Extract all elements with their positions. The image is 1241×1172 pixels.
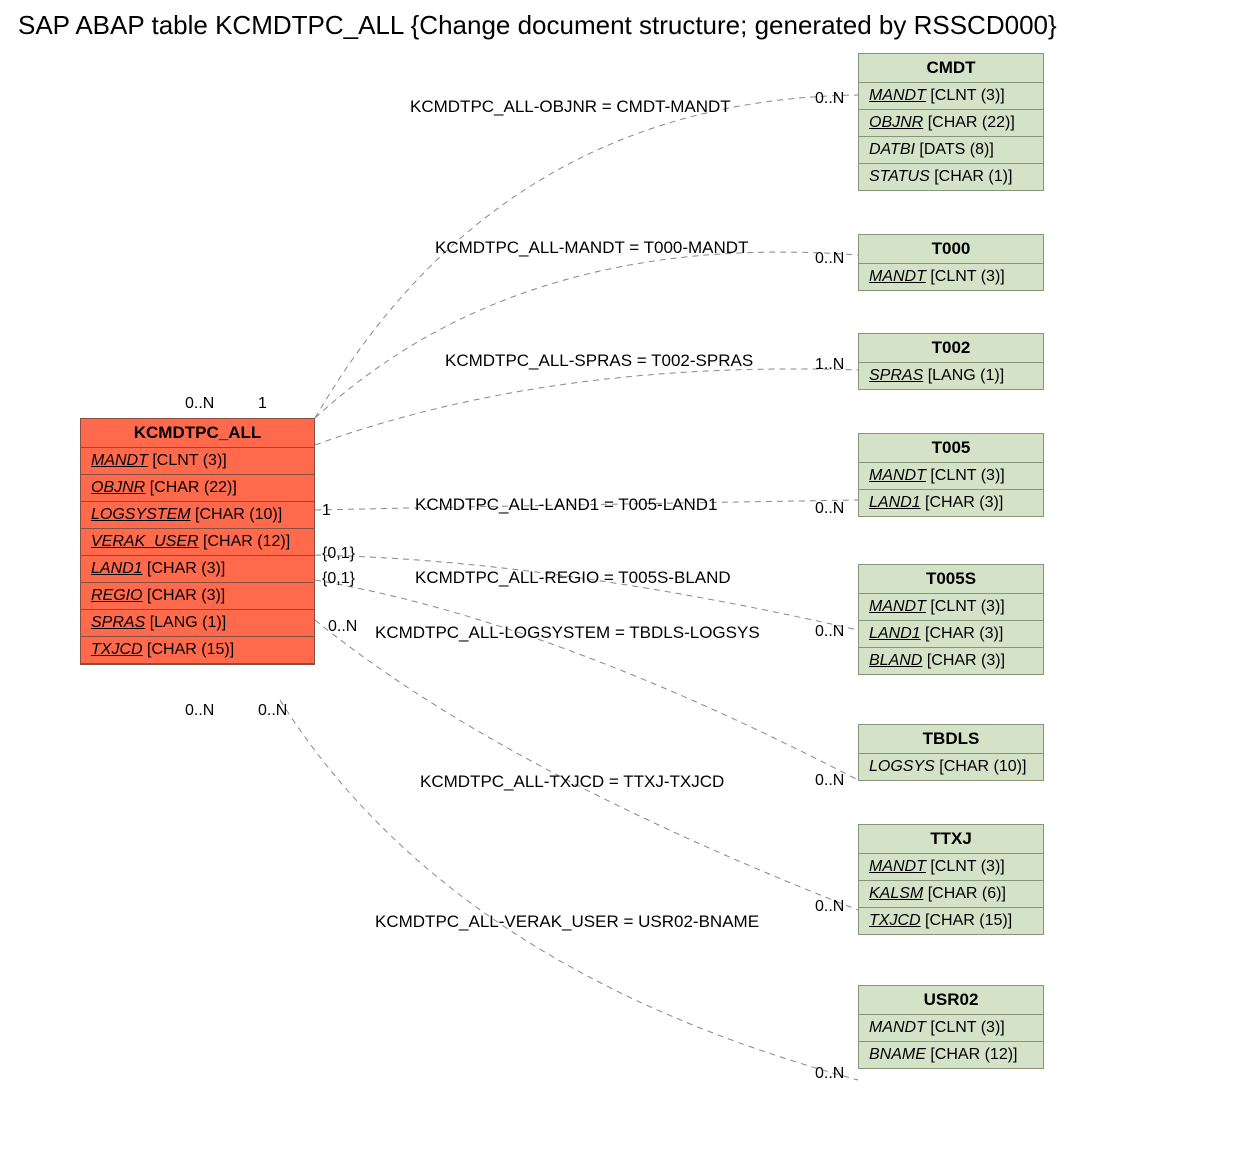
entity-usr02: USR02 MANDT [CLNT (3)] BNAME [CHAR (12)] <box>858 985 1044 1069</box>
field-row: LOGSYS [CHAR (10)] <box>859 754 1043 780</box>
entity-t002: T002 SPRAS [LANG (1)] <box>858 333 1044 390</box>
relation-label: KCMDTPC_ALL-MANDT = T000-MANDT <box>435 238 748 258</box>
cardinality-label: 1..N <box>815 356 844 374</box>
entity-tbdls: TBDLS LOGSYS [CHAR (10)] <box>858 724 1044 781</box>
field-row: MANDT [CLNT (3)] <box>859 463 1043 490</box>
entity-t005s: T005S MANDT [CLNT (3)] LAND1 [CHAR (3)] … <box>858 564 1044 675</box>
entity-header: TTXJ <box>859 825 1043 854</box>
cardinality-label: 0..N <box>815 1065 844 1083</box>
entity-header: TBDLS <box>859 725 1043 754</box>
relation-label: KCMDTPC_ALL-VERAK_USER = USR02-BNAME <box>375 912 759 932</box>
cardinality-label: 0..N <box>815 90 844 108</box>
relation-label: KCMDTPC_ALL-SPRAS = T002-SPRAS <box>445 351 753 371</box>
entity-header: USR02 <box>859 986 1043 1015</box>
field-row: MANDT [CLNT (3)] <box>859 594 1043 621</box>
field-row: MANDT [CLNT (3)] <box>859 854 1043 881</box>
entity-header: T000 <box>859 235 1043 264</box>
cardinality-label: {0,1} <box>322 570 355 588</box>
field-row: MANDT [CLNT (3)] <box>859 1015 1043 1042</box>
cardinality-label: 0..N <box>815 898 844 916</box>
relation-label: KCMDTPC_ALL-LOGSYSTEM = TBDLS-LOGSYS <box>375 623 760 643</box>
entity-t005: T005 MANDT [CLNT (3)] LAND1 [CHAR (3)] <box>858 433 1044 517</box>
field-row: VERAK_USER [CHAR (12)] <box>81 529 314 556</box>
field-row: SPRAS [LANG (1)] <box>859 363 1043 389</box>
field-row: LOGSYSTEM [CHAR (10)] <box>81 502 314 529</box>
cardinality-label: 0..N <box>815 500 844 518</box>
cardinality-label: 1 <box>322 502 331 520</box>
cardinality-label: 0..N <box>185 702 214 720</box>
entity-t000: T000 MANDT [CLNT (3)] <box>858 234 1044 291</box>
field-row: LAND1 [CHAR (3)] <box>81 556 314 583</box>
field-row: OBJNR [CHAR (22)] <box>859 110 1043 137</box>
relation-label: KCMDTPC_ALL-OBJNR = CMDT-MANDT <box>410 97 731 117</box>
field-row: LAND1 [CHAR (3)] <box>859 621 1043 648</box>
page-title: SAP ABAP table KCMDTPC_ALL {Change docum… <box>18 10 1057 41</box>
field-row: REGIO [CHAR (3)] <box>81 583 314 610</box>
field-row: TXJCD [CHAR (15)] <box>81 637 314 664</box>
entity-kcmdtpc-all: KCMDTPC_ALL MANDT [CLNT (3)] OBJNR [CHAR… <box>80 418 315 665</box>
entity-ttxj: TTXJ MANDT [CLNT (3)] KALSM [CHAR (6)] T… <box>858 824 1044 935</box>
field-row: LAND1 [CHAR (3)] <box>859 490 1043 516</box>
field-row: BLAND [CHAR (3)] <box>859 648 1043 674</box>
cardinality-label: 0..N <box>185 395 214 413</box>
cardinality-label: 0..N <box>815 623 844 641</box>
field-row: KALSM [CHAR (6)] <box>859 881 1043 908</box>
field-row: OBJNR [CHAR (22)] <box>81 475 314 502</box>
field-row: DATBI [DATS (8)] <box>859 137 1043 164</box>
field-row: MANDT [CLNT (3)] <box>859 83 1043 110</box>
cardinality-label: 0..N <box>815 772 844 790</box>
cardinality-label: 0..N <box>258 702 287 720</box>
field-row: MANDT [CLNT (3)] <box>859 264 1043 290</box>
field-row: BNAME [CHAR (12)] <box>859 1042 1043 1068</box>
relation-label: KCMDTPC_ALL-TXJCD = TTXJ-TXJCD <box>420 772 724 792</box>
field-row: STATUS [CHAR (1)] <box>859 164 1043 190</box>
field-row: MANDT [CLNT (3)] <box>81 448 314 475</box>
cardinality-label: 0..N <box>328 618 357 636</box>
relation-label: KCMDTPC_ALL-REGIO = T005S-BLAND <box>415 568 731 588</box>
entity-cmdt: CMDT MANDT [CLNT (3)] OBJNR [CHAR (22)] … <box>858 53 1044 191</box>
field-row: TXJCD [CHAR (15)] <box>859 908 1043 934</box>
relation-label: KCMDTPC_ALL-LAND1 = T005-LAND1 <box>415 495 718 515</box>
field-row: SPRAS [LANG (1)] <box>81 610 314 637</box>
cardinality-label: 1 <box>258 395 267 413</box>
entity-header: CMDT <box>859 54 1043 83</box>
entity-header: T005 <box>859 434 1043 463</box>
cardinality-label: {0,1} <box>322 545 355 563</box>
entity-header: KCMDTPC_ALL <box>81 419 314 448</box>
entity-header: T005S <box>859 565 1043 594</box>
cardinality-label: 0..N <box>815 250 844 268</box>
entity-header: T002 <box>859 334 1043 363</box>
